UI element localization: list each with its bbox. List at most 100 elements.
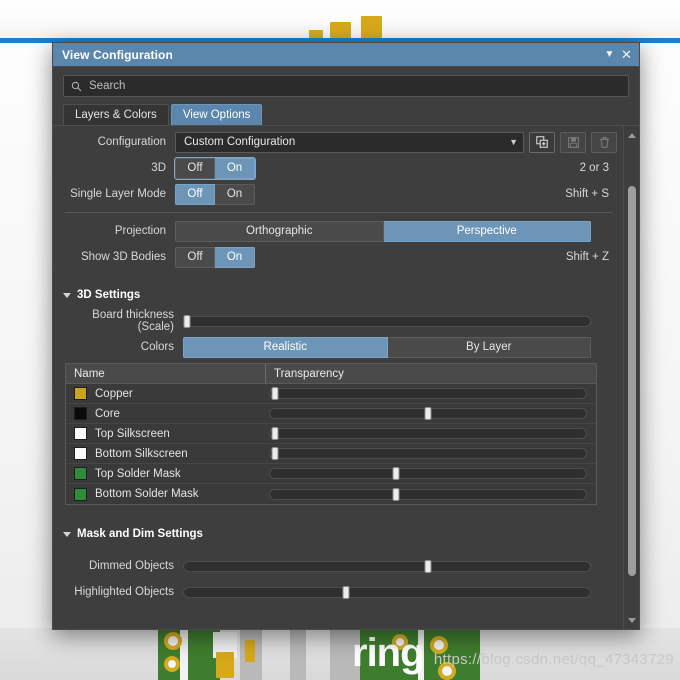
pcb-connector [290,628,306,680]
slider-thumb[interactable] [424,407,432,420]
table-row[interactable]: Bottom Solder Mask [66,484,596,504]
colors-realistic[interactable]: Realistic [183,336,388,358]
copy-plus-icon [536,136,548,148]
dimmed-objects-slider[interactable] [183,559,591,573]
transparency-slider[interactable] [269,447,587,460]
show-3d-bodies-on[interactable]: On [215,246,255,268]
transparency-slider[interactable] [269,467,587,480]
layer-color-swatch[interactable] [74,387,87,400]
toggle-projection[interactable]: Orthographic Perspective [175,220,591,242]
table-row[interactable]: Bottom Silkscreen [66,444,596,464]
pcb-hole [168,636,178,646]
dialog-titlebar[interactable]: View Configuration ▼ ✕ [53,43,639,67]
transparency-slider[interactable] [269,427,587,440]
section-mask-and-dim-settings[interactable]: Mask and Dim Settings [53,521,623,547]
transparency-slider[interactable] [269,407,587,420]
dialog-body: Configuration Custom Configuration ▼ 3D … [53,125,639,629]
table-row[interactable]: Copper [66,384,596,404]
triangle-up-icon[interactable] [625,128,639,142]
chevron-down-icon: ▼ [509,137,518,147]
projection-perspective[interactable]: Perspective [383,220,591,242]
layer-color-swatch[interactable] [74,427,87,440]
board-thickness-slider[interactable] [183,314,591,328]
transparency-slider[interactable] [269,387,587,400]
scrollbar-gutter[interactable] [625,142,639,613]
dimmed-objects-label: Dimmed Objects [89,560,174,572]
toggle-colors[interactable]: Realistic By Layer [183,336,591,358]
column-header-transparency: Transparency [274,367,344,380]
configuration-dropdown[interactable]: Custom Configuration ▼ [175,131,524,153]
colors-by-layer[interactable]: By Layer [387,336,591,358]
floppy-disk-icon [567,136,579,148]
projection-row: Projection Orthographic Perspective [53,218,623,244]
board-thickness-label: Board thickness (Scale) [92,309,174,333]
slider-thumb[interactable] [183,314,191,328]
toggle-show-3d-bodies[interactable]: Off On [175,246,255,268]
table-row[interactable]: Core [66,404,596,424]
triangle-collapse-icon [63,292,71,298]
show-3d-bodies-off[interactable]: Off [175,246,215,268]
slider-track [269,388,587,399]
layer-name: Top Silkscreen [95,427,170,440]
slider-track [269,428,587,439]
slider-thumb[interactable] [342,585,350,599]
slider-track [269,468,587,479]
section-3d-settings[interactable]: 3D Settings [53,282,623,308]
layer-color-swatch[interactable] [74,487,87,501]
slider-thumb[interactable] [271,387,279,400]
configuration-label: Configuration [97,136,166,148]
toggle-3d-off[interactable]: Off [175,157,215,179]
save-configuration-icon[interactable] [560,131,586,153]
layer-color-swatch[interactable] [74,407,87,420]
search-input[interactable]: Search [63,75,629,97]
toggle-single-layer-mode[interactable]: Off On [175,183,255,205]
close-icon[interactable]: ✕ [618,46,635,64]
slider-track [183,560,591,572]
toggle-3d[interactable]: Off On [174,156,256,180]
layer-transparency-cell [266,467,596,480]
chevron-down-icon[interactable]: ▼ [601,46,618,64]
slider-thumb[interactable] [392,467,400,480]
search-container: Search [53,67,639,103]
table-row[interactable]: Top Solder Mask [66,464,596,484]
toggle-row-single-layer-mode: Single Layer Mode Off On Shift + S [53,181,623,207]
tab-view-options[interactable]: View Options [170,104,263,125]
layer-transparency-cell [266,487,596,501]
toggle-3d-on[interactable]: On [215,157,255,179]
toggle-label-single-layer-mode: Single Layer Mode [70,188,166,200]
slider-thumb[interactable] [271,447,279,460]
projection-orthographic[interactable]: Orthographic [175,220,384,242]
viewport-overlay-text: ring [352,631,425,675]
board-thickness-row: Board thickness (Scale) [53,308,623,334]
layer-name: Top Solder Mask [95,467,181,480]
slider-thumb[interactable] [424,559,432,573]
layer-color-swatch[interactable] [74,447,87,460]
table-row[interactable]: Top Silkscreen [66,424,596,444]
triangle-down-icon[interactable] [625,613,639,627]
tab-layers-colors[interactable]: Layers & Colors [63,104,169,125]
toggle-single-layer-on[interactable]: On [215,183,255,205]
tab-strip: Layers & Colors View Options [53,103,639,125]
trash-icon [599,136,609,148]
highlighted-objects-slider[interactable] [183,585,591,599]
table-header: Name Transparency [66,364,596,384]
toggle-single-layer-off[interactable]: Off [175,183,215,205]
delete-configuration-icon[interactable] [591,131,617,153]
show-3d-bodies-row: Show 3D Bodies Off On Shift + Z [53,244,623,270]
pcb-component [330,22,351,39]
scrollbar-thumb[interactable] [627,186,636,576]
add-configuration-icon[interactable] [529,131,555,153]
vertical-scrollbar[interactable] [623,126,639,629]
layer-color-swatch[interactable] [74,467,87,480]
layer-name-cell: Top Silkscreen [66,427,266,440]
slider-thumb[interactable] [392,487,400,501]
transparency-slider[interactable] [269,487,587,501]
shortcut-hint-show-3d-bodies: Shift + Z [565,251,609,263]
pcb-hole [434,640,444,650]
section-3d-settings-title: 3D Settings [77,289,141,301]
shortcut-hint-3d: 2 or 3 [579,162,609,174]
colors-label: Colors [140,341,174,353]
show-3d-bodies-label: Show 3D Bodies [80,251,166,263]
column-header-name: Name [66,364,266,383]
slider-thumb[interactable] [271,427,279,440]
